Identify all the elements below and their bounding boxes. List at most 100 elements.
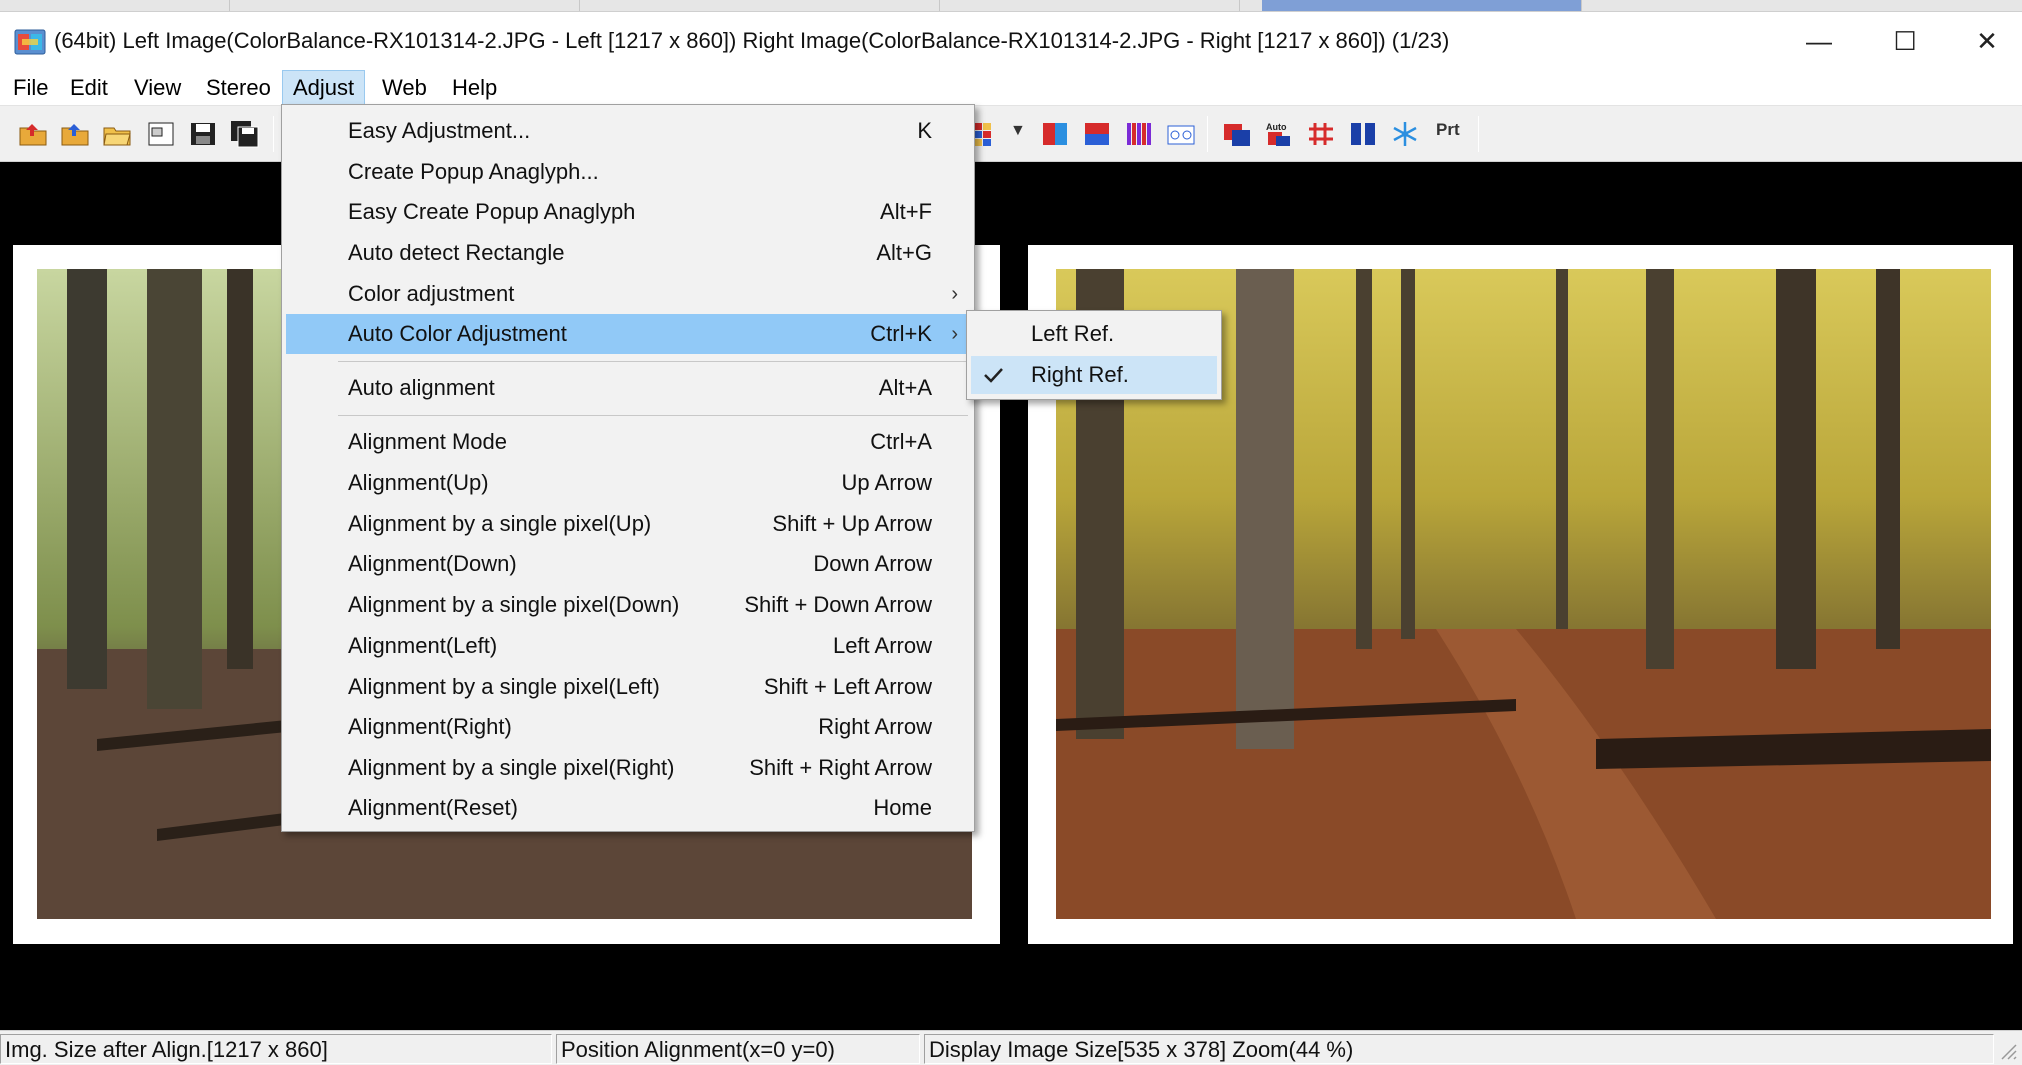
menu-item-shortcut: Alt+F [880, 199, 932, 224]
menu-item-alignment-up[interactable]: Alignment(Up) Up Arrow [286, 463, 970, 503]
toolbar-separator [1478, 116, 1479, 152]
menu-item-alignment-right[interactable]: Alignment(Right) Right Arrow [286, 707, 970, 747]
menu-item-label: Alignment(Right) [348, 714, 512, 739]
submenu-arrow-icon: › [951, 323, 958, 345]
menu-item-shortcut: K [917, 118, 932, 143]
taskbar-segment [580, 0, 940, 11]
taskbar-segment [0, 0, 230, 11]
menu-item-shortcut: Shift + Left Arrow [763, 674, 932, 699]
menu-item-label: Alignment(Reset) [348, 795, 518, 820]
submenu-item-right-ref[interactable]: Right Ref. [971, 356, 1217, 394]
submenu-item-label: Right Ref. [1031, 362, 1129, 387]
menu-item-color-adjustment[interactable]: Color adjustment › [286, 274, 970, 314]
menu-item-label: Easy Create Popup Anaglyph [348, 199, 636, 224]
menu-item-shortcut: Shift + Right Arrow [749, 755, 932, 780]
menu-item-shortcut: Up Arrow [841, 470, 932, 495]
menu-item-shortcut: Ctrl+K [870, 321, 932, 346]
menu-item-label: Alignment by a single pixel(Right) [348, 755, 675, 780]
auto-adjust-icon[interactable]: Auto [1264, 120, 1294, 148]
menu-item-alignment-reset[interactable]: Alignment(Reset) Home [286, 788, 970, 828]
menu-item-alignment-single-pixel-down[interactable]: Alignment by a single pixel(Down) Shift +… [286, 585, 970, 625]
menu-item-label: Create Popup Anaglyph... [348, 159, 599, 184]
anaglyph-icon[interactable] [1222, 120, 1252, 148]
menu-item-auto-alignment[interactable]: Auto alignment Alt+A [286, 368, 970, 408]
interlace-icon[interactable] [1124, 120, 1154, 148]
menu-item-shortcut: Down Arrow [813, 551, 932, 576]
menu-item-alignment-left[interactable]: Alignment(Left) Left Arrow [286, 626, 970, 666]
menu-item-shortcut: Home [873, 795, 932, 820]
menu-item-label: Auto alignment [348, 375, 495, 400]
save-all-icon[interactable] [230, 120, 260, 148]
close-button[interactable]: ✕ [1944, 12, 2022, 70]
menu-item-shortcut: Shift + Down Arrow [744, 592, 932, 617]
menu-item-auto-color-adjustment[interactable]: Auto Color Adjustment Ctrl+K › [286, 314, 970, 354]
open-image-icon[interactable] [146, 120, 176, 148]
adjust-dropdown-menu: Easy Adjustment... K Create Popup Anaglyp… [281, 104, 975, 832]
menu-help[interactable]: Help [442, 70, 507, 106]
window-title: (64bit) Left Image(ColorBalance-RX101314… [54, 28, 1450, 53]
menu-item-shortcut: Alt+A [878, 375, 932, 400]
toolbar-separator [1207, 116, 1208, 152]
taskbar-segment [940, 0, 1240, 11]
auto-icon-label: Auto [1266, 122, 1287, 132]
open-folder-icon[interactable] [102, 120, 132, 148]
menu-item-shortcut: Right Arrow [818, 714, 932, 739]
taskbar-segment [230, 0, 580, 11]
menu-item-label: Alignment by a single pixel(Left) [348, 674, 660, 699]
submenu-item-label: Left Ref. [1031, 321, 1115, 346]
menu-item-label: Alignment by a single pixel(Down) [348, 592, 680, 617]
menu-bar: File Edit View Stereo Adjust Web Help [0, 70, 2022, 106]
menu-item-alignment-mode[interactable]: Alignment Mode Ctrl+A [286, 422, 970, 462]
checkmark-icon [984, 368, 1003, 383]
submenu-item-left-ref[interactable]: Left Ref. [971, 315, 1217, 353]
app-icon [14, 29, 46, 55]
minimize-button[interactable]: — [1776, 12, 1862, 70]
menu-item-alignment-single-pixel-up[interactable]: Alignment by a single pixel(Up) Shift + U… [286, 504, 970, 544]
submenu-arrow-icon: › [951, 283, 958, 305]
menu-item-shortcut: Shift + Up Arrow [772, 511, 932, 536]
status-bar: Img. Size after Align.[1217 x 860] Posit… [0, 1030, 2022, 1065]
side-by-side-red-icon[interactable] [1040, 120, 1070, 148]
menu-item-auto-detect-rectangle[interactable]: Auto detect Rectangle Alt+G [286, 233, 970, 273]
menu-item-create-popup-anaglyph[interactable]: Create Popup Anaglyph... [286, 152, 970, 192]
menu-item-shortcut: Left Arrow [832, 633, 932, 658]
menu-adjust[interactable]: Adjust [282, 70, 366, 106]
taskbar-strip [0, 0, 2022, 12]
maximize-button[interactable]: ☐ [1862, 12, 1948, 70]
menu-item-shortcut: Alt+G [876, 240, 932, 265]
taskbar-segment-active[interactable] [1262, 0, 1582, 11]
menu-item-label: Alignment Mode [348, 429, 507, 454]
menu-file[interactable]: File [3, 70, 58, 106]
menu-item-easy-adjustment[interactable]: Easy Adjustment... K [286, 111, 970, 151]
menu-item-easy-create-popup-anaglyph[interactable]: Easy Create Popup Anaglyph Alt+F [286, 192, 970, 232]
menu-web[interactable]: Web [372, 70, 437, 106]
menu-item-alignment-down[interactable]: Alignment(Down) Down Arrow [286, 544, 970, 584]
print-button[interactable]: Prt [1436, 120, 1460, 140]
stereo-glasses-icon[interactable] [1166, 120, 1196, 148]
open-right-icon[interactable] [60, 120, 90, 148]
toolbar-separator [273, 116, 274, 152]
resize-grip-icon[interactable] [1996, 1039, 2018, 1061]
menu-item-label: Alignment(Left) [348, 633, 498, 658]
status-position-alignment: Position Alignment(x=0 y=0) [556, 1034, 920, 1064]
menu-item-alignment-single-pixel-left[interactable]: Alignment by a single pixel(Left) Shift +… [286, 667, 970, 707]
over-under-icon[interactable] [1082, 120, 1112, 148]
columns-icon[interactable] [1348, 120, 1378, 148]
status-image-size: Img. Size after Align.[1217 x 860] [0, 1034, 552, 1064]
menu-item-label: Easy Adjustment... [348, 118, 531, 143]
auto-color-submenu: Left Ref. Right Ref. [966, 310, 1222, 400]
dropdown-arrow-icon[interactable]: ▼ [1010, 122, 1026, 140]
mosaic-icon[interactable] [972, 120, 1002, 148]
menu-item-label: Alignment(Down) [348, 551, 517, 576]
menu-separator [338, 415, 968, 416]
save-icon[interactable] [188, 120, 218, 148]
menu-edit[interactable]: Edit [60, 70, 118, 106]
open-left-icon[interactable] [18, 120, 48, 148]
menu-separator [338, 361, 968, 362]
menu-view[interactable]: View [124, 70, 191, 106]
snowflake-icon[interactable] [1390, 120, 1420, 148]
menu-item-alignment-single-pixel-right[interactable]: Alignment by a single pixel(Right) Shift … [286, 748, 970, 788]
menu-stereo[interactable]: Stereo [196, 70, 281, 106]
grid-icon[interactable] [1306, 120, 1336, 148]
menu-item-label: Alignment(Up) [348, 470, 489, 495]
